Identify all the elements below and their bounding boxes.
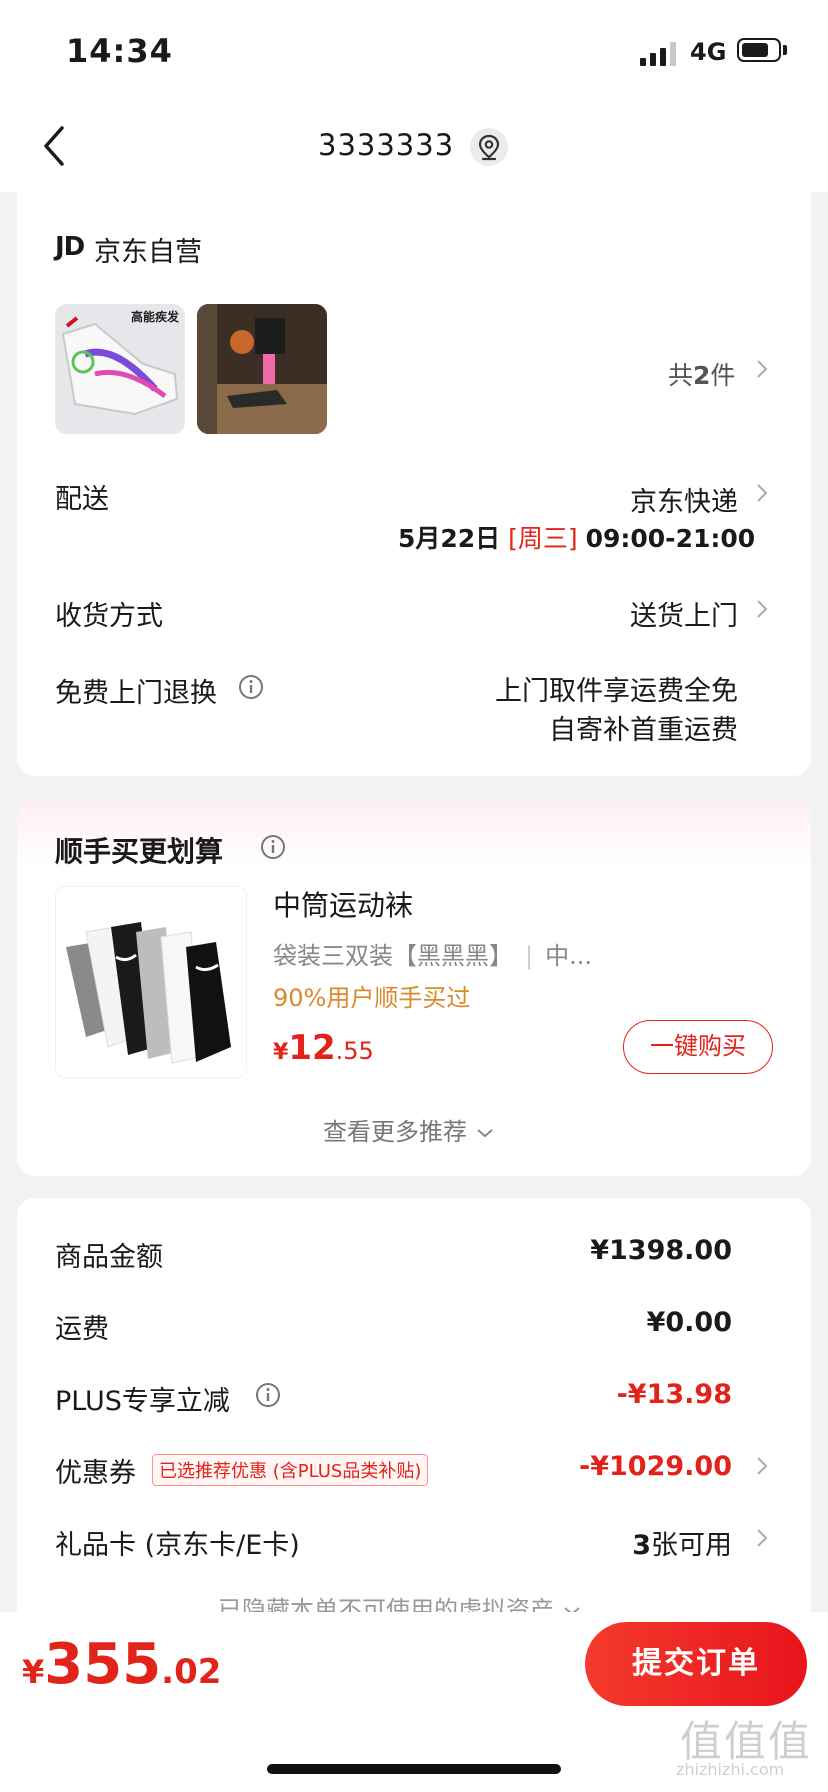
battery-nub xyxy=(783,45,787,55)
plus-discount-label: PLUS专享立减 xyxy=(55,1386,230,1417)
coupon-tag: 已选推荐优惠 (含PLUS品类补贴) xyxy=(152,1454,429,1486)
socks-photo xyxy=(56,887,246,1077)
coupon-value[interactable]: -¥1029.00 xyxy=(560,1451,732,1482)
athlete-image xyxy=(197,304,327,434)
free-return-line2: 自寄补首重运费 xyxy=(549,715,738,746)
location-pin-icon xyxy=(478,134,500,161)
freight-value: ¥0.00 xyxy=(646,1307,732,1338)
receive-method-label: 收货方式 xyxy=(55,601,163,632)
info-icon[interactable] xyxy=(255,1382,281,1408)
status-time: 14:34 xyxy=(66,32,173,70)
recommend-product-name[interactable]: 中筒运动袜 xyxy=(273,884,413,924)
goods-amount-value: ¥1398.00 xyxy=(590,1235,732,1266)
signal-icon xyxy=(640,42,676,66)
recommend-spec: 袋装三双装【黑黑黑】 | 中... xyxy=(273,942,592,970)
receive-method-value[interactable]: 送货上门 xyxy=(560,594,738,633)
recommend-price: ¥12.55 xyxy=(273,1028,374,1068)
plus-discount-value: -¥13.98 xyxy=(616,1379,732,1410)
back-arrow-icon[interactable] xyxy=(40,124,70,168)
chevron-right-icon xyxy=(757,1529,768,1547)
gift-card-label: 礼品卡 (京东卡/E卡) xyxy=(55,1530,300,1561)
more-recommend-link[interactable]: 查看更多推荐 xyxy=(323,1112,495,1147)
info-icon[interactable] xyxy=(238,674,264,700)
free-return-label: 免费上门退换 xyxy=(55,678,217,709)
chevron-right-icon xyxy=(757,1457,768,1475)
one-click-buy-button[interactable]: 一键购买 xyxy=(623,1020,773,1074)
submit-order-button[interactable]: 提交订单 xyxy=(585,1622,807,1706)
info-icon[interactable] xyxy=(260,834,286,860)
chevron-down-icon xyxy=(476,1129,493,1138)
freight-label: 运费 xyxy=(55,1314,109,1345)
chevron-right-icon xyxy=(757,360,768,378)
recommend-popularity: 90%用户顺手买过 xyxy=(273,984,471,1012)
coupon-label: 优惠券 xyxy=(55,1458,136,1489)
network-type: 4G xyxy=(690,38,727,66)
item-count[interactable]: 共2件 xyxy=(668,356,735,392)
home-indicator xyxy=(267,1764,561,1774)
total-price: ¥355.02 xyxy=(22,1632,222,1697)
shop-name: 京东自营 xyxy=(94,237,202,268)
free-return-line1: 上门取件享运费全免 xyxy=(495,676,738,707)
battery-icon xyxy=(737,38,781,62)
location-pin-button[interactable] xyxy=(470,128,508,166)
chevron-right-icon xyxy=(757,600,768,618)
goods-amount-label: 商品金额 xyxy=(55,1242,163,1273)
delivery-carrier[interactable]: 京东快递 xyxy=(560,480,738,519)
socks-image[interactable] xyxy=(55,886,247,1078)
delivery-label: 配送 xyxy=(55,484,109,515)
jd-logo: JD xyxy=(55,232,85,262)
recommend-title: 顺手买更划算 xyxy=(55,835,224,868)
product-thumb-2[interactable] xyxy=(197,304,327,434)
address-title[interactable]: 3333333 xyxy=(318,128,454,162)
gift-card-value[interactable]: 3张可用 xyxy=(560,1523,732,1562)
product-badge: 高能疾发 xyxy=(131,310,180,324)
watermark-url: zhizhizhi.com xyxy=(676,1760,785,1779)
delivery-time: 5月22日 [周三] 09:00-21:00 xyxy=(398,524,756,553)
chevron-right-icon xyxy=(757,484,768,502)
